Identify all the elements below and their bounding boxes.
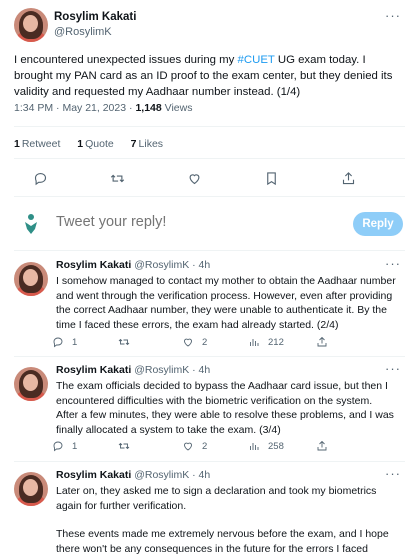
retweet-icon[interactable] bbox=[118, 336, 138, 348]
bookmark-icon[interactable] bbox=[261, 168, 281, 188]
reply-icon[interactable]: 1 bbox=[52, 440, 77, 452]
reply-handle[interactable]: @RosylimK · 4h bbox=[134, 469, 210, 481]
reply-tweet[interactable]: Rosylim Kakati @RosylimK · 4h ··· Later … bbox=[0, 468, 419, 554]
views-icon[interactable]: 258 bbox=[248, 440, 284, 452]
meta-separator: · bbox=[129, 102, 133, 114]
reply-text: I somehow managed to contact my mother t… bbox=[56, 274, 396, 332]
views-count: 1,148 bbox=[135, 102, 162, 114]
reply-header: Rosylim Kakati @RosylimK · 4h bbox=[56, 468, 210, 482]
tweet-meta: 1:34 PM · May 21, 2023 · 1,148 Views bbox=[14, 102, 192, 114]
more-icon[interactable]: ··· bbox=[385, 257, 401, 270]
reply-handle[interactable]: @RosylimK · 4h bbox=[134, 259, 210, 271]
divider bbox=[14, 250, 405, 251]
retweet-icon[interactable] bbox=[118, 440, 138, 452]
reply-count: 1 bbox=[72, 336, 78, 348]
avatar[interactable] bbox=[14, 472, 48, 506]
tweet-author-row: Rosylim Kakati @RosylimK ··· bbox=[14, 8, 405, 44]
reply-paragraph: These events made me extremely nervous b… bbox=[56, 528, 389, 554]
reply-paragraph: The exam officials decided to bypass the… bbox=[56, 380, 394, 436]
author-display-name[interactable]: Rosylim Kakati bbox=[54, 10, 136, 25]
divider bbox=[14, 196, 405, 197]
likes-stat[interactable]: 7 Likes bbox=[131, 138, 163, 150]
reply-author-name[interactable]: Rosylim Kakati bbox=[56, 469, 131, 481]
like-count: 2 bbox=[202, 336, 208, 348]
like-icon[interactable]: 2 bbox=[182, 440, 207, 452]
reply-paragraph: I somehow managed to contact my mother t… bbox=[56, 275, 396, 331]
tweet-time[interactable]: 1:34 PM bbox=[14, 102, 53, 114]
retweets-stat[interactable]: 1 Retweet bbox=[14, 138, 60, 150]
views-count: 258 bbox=[268, 440, 284, 452]
avatar[interactable] bbox=[14, 367, 48, 401]
reply-tweet[interactable]: Rosylim Kakati @RosylimK · 4h ··· The ex… bbox=[0, 362, 419, 457]
reply-author-name[interactable]: Rosylim Kakati bbox=[56, 364, 131, 376]
author-handle[interactable]: @RosylimK bbox=[54, 25, 136, 40]
meta-separator: · bbox=[56, 102, 60, 114]
like-icon[interactable] bbox=[184, 168, 204, 188]
reply-icon[interactable]: 1 bbox=[52, 336, 77, 348]
reply-text: Later on, they asked me to sign a declar… bbox=[56, 484, 396, 554]
avatar[interactable] bbox=[14, 262, 48, 296]
reply-composer: Reply bbox=[14, 206, 405, 242]
reply-text: The exam officials decided to bypass the… bbox=[56, 379, 396, 437]
like-icon[interactable]: 2 bbox=[182, 336, 207, 348]
reply-button[interactable]: Reply bbox=[353, 212, 403, 236]
reply-actions: 1 2 258 bbox=[52, 440, 352, 456]
reply-header: Rosylim Kakati @RosylimK · 4h bbox=[56, 258, 210, 272]
share-icon[interactable] bbox=[316, 336, 336, 348]
tweet-text: I encountered unexpected issues during m… bbox=[14, 52, 405, 100]
divider bbox=[14, 356, 405, 357]
more-icon[interactable]: ··· bbox=[385, 468, 401, 480]
tweet-text-part: I encountered unexpected issues during m… bbox=[14, 54, 238, 66]
reply-handle[interactable]: @RosylimK · 4h bbox=[134, 364, 210, 376]
more-icon[interactable]: ··· bbox=[385, 362, 401, 375]
more-icon[interactable]: ··· bbox=[385, 9, 401, 22]
avatar[interactable] bbox=[14, 8, 48, 42]
divider bbox=[14, 158, 405, 159]
like-count: 2 bbox=[202, 440, 208, 452]
tweet-actions bbox=[30, 168, 370, 188]
divider bbox=[14, 461, 405, 462]
share-icon[interactable] bbox=[316, 440, 336, 452]
divider bbox=[14, 126, 405, 127]
quotes-stat[interactable]: 1 Quote bbox=[77, 138, 113, 150]
reply-author-name[interactable]: Rosylim Kakati bbox=[56, 259, 131, 271]
views-icon[interactable]: 212 bbox=[248, 336, 284, 348]
tweet-stats: 1 Retweet 1 Quote 7 Likes bbox=[14, 138, 177, 150]
reply-actions: 1 2 212 bbox=[52, 336, 352, 352]
hashtag-link[interactable]: #CUET bbox=[238, 54, 275, 66]
views-label: Views bbox=[164, 102, 193, 114]
reply-paragraph: Later on, they asked me to sign a declar… bbox=[56, 485, 377, 512]
tweet-date[interactable]: May 21, 2023 bbox=[62, 102, 126, 114]
reply-input[interactable] bbox=[56, 214, 326, 230]
reply-icon[interactable] bbox=[30, 168, 50, 188]
reply-header: Rosylim Kakati @RosylimK · 4h bbox=[56, 363, 210, 377]
share-icon[interactable] bbox=[338, 168, 358, 188]
reply-tweet[interactable]: Rosylim Kakati @RosylimK · 4h ··· I some… bbox=[0, 257, 419, 352]
reply-count: 1 bbox=[72, 440, 78, 452]
user-avatar-icon bbox=[20, 212, 42, 236]
views-count: 212 bbox=[268, 336, 284, 348]
retweet-icon[interactable] bbox=[107, 168, 127, 188]
